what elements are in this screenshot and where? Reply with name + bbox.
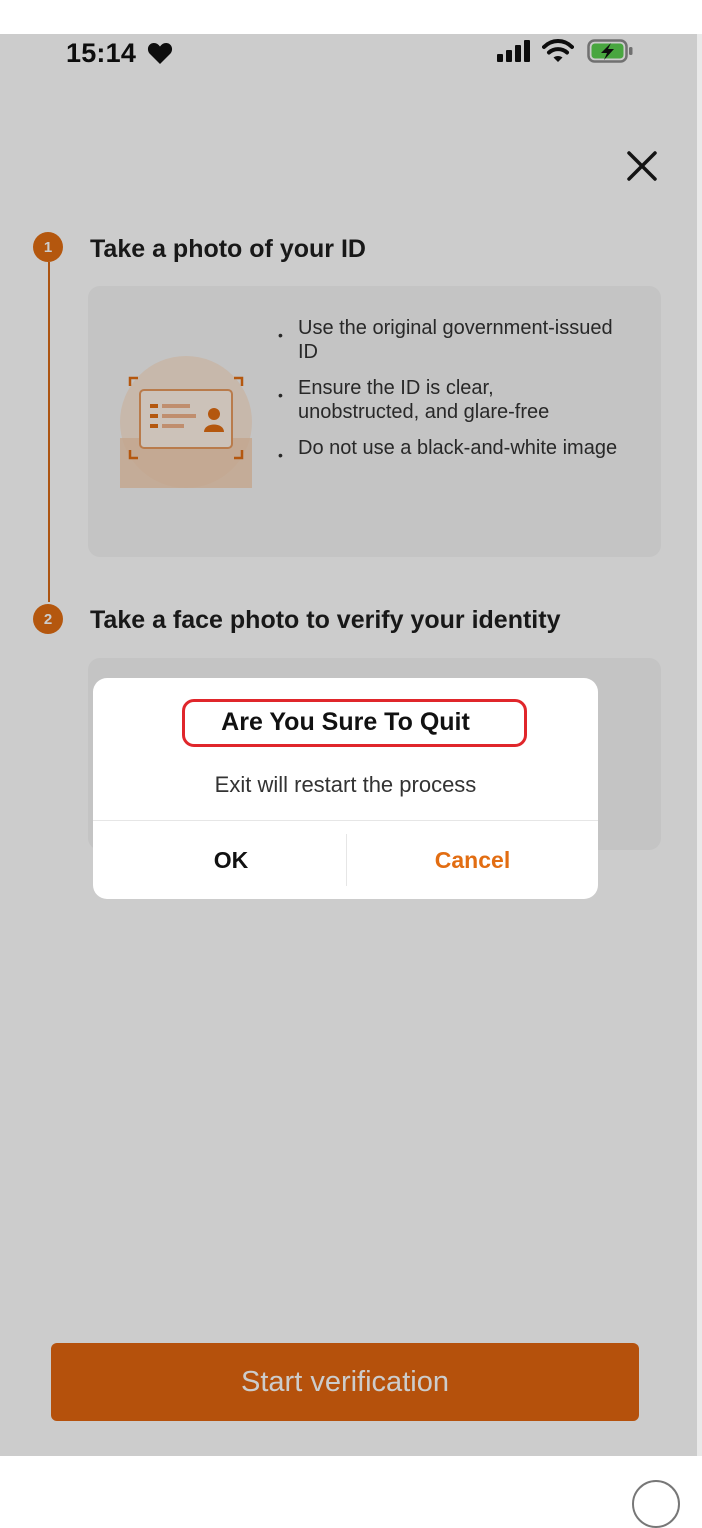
floating-help-icon[interactable] xyxy=(632,1480,680,1528)
screen-edge xyxy=(697,34,702,1456)
dialog-message: Exit will restart the process xyxy=(214,772,477,797)
quit-confirm-dialog: Are You Sure To Quit Exit will restart t… xyxy=(93,678,598,899)
title-highlight-box xyxy=(182,699,527,747)
ok-button[interactable]: OK xyxy=(93,821,369,899)
cancel-button[interactable]: Cancel xyxy=(347,821,598,899)
